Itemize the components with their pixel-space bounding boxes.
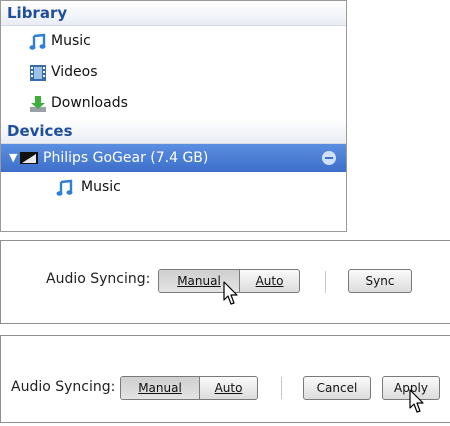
device-icon <box>20 152 38 164</box>
toolbar-divider <box>325 271 326 293</box>
library-item-music[interactable]: Music <box>1 26 346 57</box>
sync-panel-2: Audio Syncing: Manual Auto Cancel Apply <box>0 335 450 423</box>
toolbar-divider <box>281 377 282 399</box>
sync-panel-1: Audio Syncing: Manual Auto Sync <box>0 240 450 324</box>
audio-syncing-caption: Audio Syncing: <box>11 379 116 395</box>
mouse-cursor-icon <box>223 281 238 305</box>
auto-button[interactable]: Auto <box>199 377 257 399</box>
library-item-downloads[interactable]: Downloads <box>1 88 346 119</box>
manual-button[interactable]: Manual <box>121 377 199 399</box>
library-item-label: Videos <box>51 64 98 80</box>
device-item-gogear[interactable]: ▼ Philips GoGear (7.4 GB) <box>1 144 346 172</box>
audio-syncing-caption: Audio Syncing: <box>46 271 151 287</box>
auto-button[interactable]: Auto <box>239 270 299 292</box>
device-label: Philips GoGear (7.4 GB) <box>43 150 209 166</box>
library-item-label: Downloads <box>51 95 128 111</box>
library-item-label: Music <box>51 33 91 49</box>
cancel-button[interactable]: Cancel <box>303 376 371 400</box>
device-item-music[interactable]: Music <box>1 172 346 203</box>
library-item-videos[interactable]: Videos <box>1 57 346 88</box>
music-note-icon <box>29 33 46 50</box>
audio-sync-mode-toggle[interactable]: Manual Auto <box>120 376 258 400</box>
mouse-cursor-icon <box>409 389 424 413</box>
sync-button[interactable]: Sync <box>348 269 412 293</box>
library-header: Library <box>1 1 346 26</box>
download-icon <box>30 96 46 112</box>
library-panel: Library Music Videos Downloads Devices ▼ <box>0 0 347 232</box>
expand-triangle-icon[interactable]: ▼ <box>9 144 17 172</box>
music-note-icon <box>56 179 73 196</box>
devices-header: Devices <box>1 119 346 144</box>
device-child-label: Music <box>81 179 121 195</box>
film-icon <box>30 65 46 81</box>
eject-icon[interactable] <box>322 151 336 165</box>
